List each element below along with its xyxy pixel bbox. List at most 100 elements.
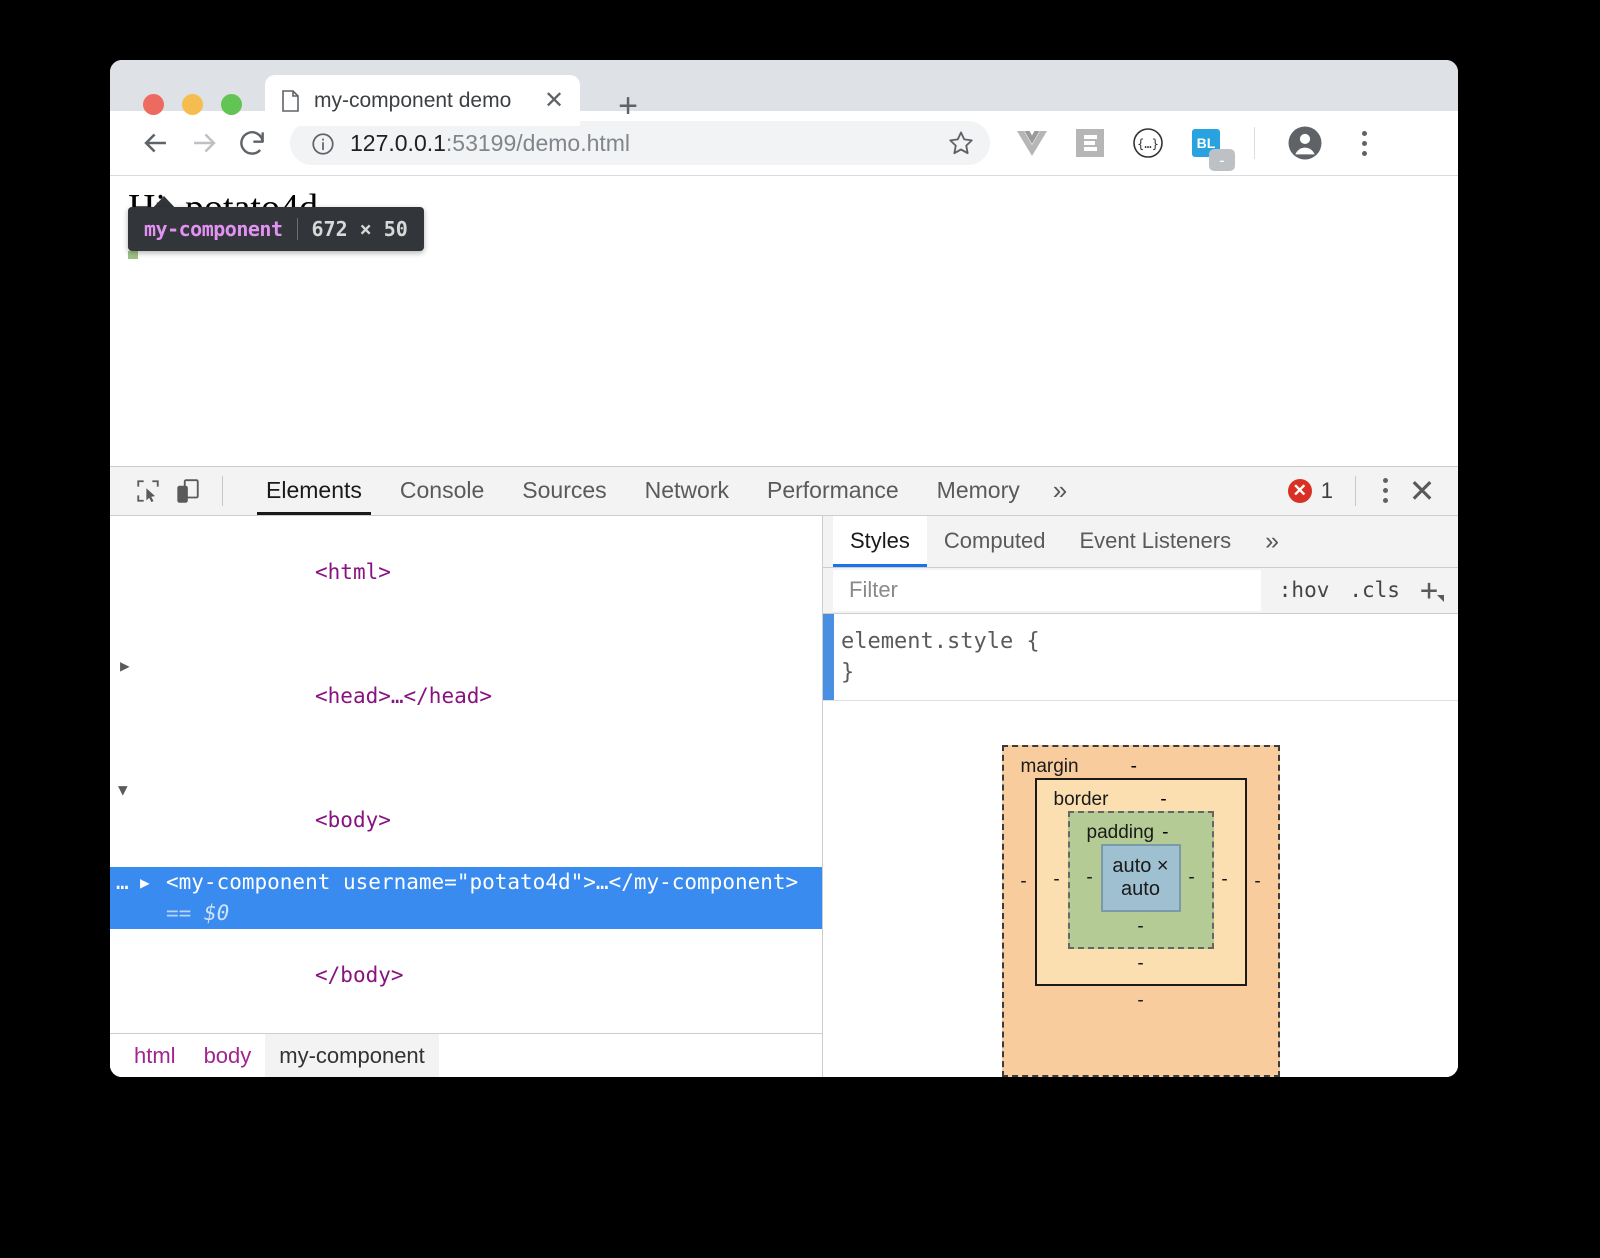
tab-memory[interactable]: Memory bbox=[918, 467, 1039, 515]
box-model-border-bottom[interactable]: - bbox=[1046, 949, 1236, 975]
styles-tab-list: Styles Computed Event Listeners » bbox=[823, 515, 1458, 568]
device-toolbar-icon[interactable] bbox=[168, 471, 208, 511]
box-model-border-head: border - bbox=[1046, 789, 1236, 811]
address-bar[interactable]: 127.0.0.1:53199/demo.html bbox=[290, 121, 990, 165]
json-viewer-extension-icon[interactable]: {…} bbox=[1132, 127, 1164, 159]
box-model-margin-bottom[interactable]: - bbox=[1013, 986, 1269, 1012]
box-model-margin-right[interactable]: - bbox=[1247, 871, 1269, 893]
new-style-rule-button[interactable]: + bbox=[1420, 573, 1445, 608]
tab-performance[interactable]: Performance bbox=[748, 467, 918, 515]
toggle-pseudo-classes-button[interactable]: :hov bbox=[1279, 578, 1330, 602]
devtools-toolbar-right: ✕ 1 ✕ bbox=[1287, 471, 1444, 511]
elements-dom-pane: <html> ▶ <head>…</head> ▼ <body> … ▶ <my… bbox=[110, 515, 823, 1077]
error-count-badge[interactable]: ✕ 1 bbox=[1287, 477, 1333, 504]
styles-filter-input[interactable] bbox=[833, 569, 1261, 611]
toolbar-divider bbox=[1355, 475, 1356, 506]
dom-node-body-open[interactable]: ▼ <body> bbox=[110, 743, 822, 867]
tab-elements[interactable]: Elements bbox=[247, 467, 381, 515]
tab-event-listeners[interactable]: Event Listeners bbox=[1062, 516, 1248, 567]
inspect-element-icon[interactable] bbox=[128, 471, 168, 511]
box-model-border-right[interactable]: - bbox=[1214, 869, 1236, 891]
browser-tab[interactable]: my-component demo ✕ bbox=[265, 75, 580, 126]
box-model-content[interactable]: auto × auto bbox=[1100, 843, 1181, 912]
url-path: :53199/demo.html bbox=[445, 129, 631, 156]
dom-node-text: <head>…</head> bbox=[315, 683, 493, 708]
reload-icon[interactable] bbox=[228, 119, 276, 167]
dom-tree[interactable]: <html> ▶ <head>…</head> ▼ <body> … ▶ <my… bbox=[110, 516, 822, 1033]
devtools-settings-kebab-icon[interactable] bbox=[1370, 471, 1400, 511]
e-extension-icon[interactable] bbox=[1074, 127, 1106, 159]
box-model-padding-right[interactable]: - bbox=[1181, 867, 1203, 889]
devtools-body: <html> ▶ <head>…</head> ▼ <body> … ▶ <my… bbox=[110, 515, 1458, 1077]
box-model-margin-top[interactable]: - bbox=[1131, 756, 1137, 778]
breadcrumb-item-html[interactable]: html bbox=[120, 1034, 190, 1078]
box-model-border-top[interactable]: - bbox=[1160, 789, 1166, 811]
error-count: 1 bbox=[1320, 477, 1333, 503]
tooltip-divider bbox=[296, 218, 298, 240]
tab-sources[interactable]: Sources bbox=[503, 467, 625, 515]
node-badge-dots[interactable]: … bbox=[116, 867, 131, 898]
more-styles-tabs-chevron-icon[interactable]: » bbox=[1248, 516, 1296, 567]
dom-node-text: <body> bbox=[315, 807, 391, 832]
dom-node-body-close[interactable]: </body> bbox=[110, 929, 822, 1022]
tab-styles[interactable]: Styles bbox=[833, 515, 927, 567]
bl-extension-icon[interactable]: BL - bbox=[1190, 127, 1235, 171]
dom-node-html-close[interactable]: </html> bbox=[110, 1022, 822, 1033]
devtools-tab-list: Elements Console Sources Network Perform… bbox=[247, 467, 1081, 515]
chevron-down-icon[interactable]: ▼ bbox=[118, 774, 128, 805]
minimize-window-button[interactable] bbox=[182, 94, 203, 115]
screen: my-component demo ✕ + 127.0.0.1:53199/de… bbox=[0, 0, 1600, 1258]
breadcrumb: html body my-component bbox=[110, 1033, 822, 1077]
arrow-right-icon[interactable] bbox=[180, 119, 228, 167]
more-tabs-chevron-icon[interactable]: » bbox=[1039, 467, 1081, 515]
toolbar-divider bbox=[1254, 127, 1255, 159]
arrow-left-icon[interactable] bbox=[132, 119, 180, 167]
extension-badge: - bbox=[1209, 149, 1235, 171]
box-model-padding[interactable]: padding - - auto × auto - - bbox=[1067, 810, 1214, 949]
box-model-padding-left[interactable]: - bbox=[1079, 867, 1101, 889]
close-window-button[interactable] bbox=[143, 94, 164, 115]
style-rule-close-brace: } bbox=[841, 659, 855, 685]
box-model-padding-top[interactable]: - bbox=[1162, 822, 1168, 844]
style-rule-element-style[interactable]: element.style { } bbox=[823, 613, 1458, 701]
error-circle-icon: ✕ bbox=[1287, 478, 1312, 503]
box-model-padding-label: padding bbox=[1086, 821, 1155, 843]
box-model-padding-head: padding - bbox=[1079, 822, 1203, 844]
toggle-element-classes-button[interactable]: .cls bbox=[1349, 578, 1400, 602]
close-icon[interactable]: ✕ bbox=[542, 88, 566, 113]
breadcrumb-item-my-component[interactable]: my-component bbox=[265, 1033, 439, 1077]
new-tab-button[interactable]: + bbox=[610, 88, 646, 124]
dom-node-eq: == bbox=[166, 900, 192, 925]
url-host: 127.0.0.1 bbox=[350, 129, 446, 156]
breadcrumb-item-body[interactable]: body bbox=[190, 1034, 266, 1078]
box-model-border-left[interactable]: - bbox=[1046, 869, 1068, 891]
dom-node-my-component-selected[interactable]: … ▶ <my-component username="potato4d">…</… bbox=[110, 866, 822, 929]
dom-tag-open: <my-component bbox=[166, 869, 344, 894]
chevron-right-icon[interactable]: ▶ bbox=[140, 867, 150, 898]
close-devtools-icon[interactable]: ✕ bbox=[1400, 472, 1444, 510]
dom-node-head[interactable]: ▶ <head>…</head> bbox=[110, 619, 822, 743]
tab-computed[interactable]: Computed bbox=[927, 516, 1063, 567]
dom-node-text: </body> bbox=[315, 962, 404, 987]
window-traffic-lights bbox=[143, 94, 242, 115]
dom-node-html-open[interactable]: <html> bbox=[110, 526, 822, 619]
dom-attr-name: username bbox=[343, 869, 445, 894]
box-model-padding-bottom[interactable]: - bbox=[1079, 912, 1203, 938]
highlight-tag-name: my-component bbox=[144, 217, 283, 241]
box-model-margin-left[interactable]: - bbox=[1013, 871, 1035, 893]
kebab-menu-icon[interactable] bbox=[1349, 123, 1379, 163]
account-avatar-icon[interactable] bbox=[1287, 125, 1323, 161]
maximize-window-button[interactable] bbox=[221, 94, 242, 115]
chevron-right-icon[interactable]: ▶ bbox=[120, 650, 130, 681]
page-viewport: Hi, potato4d my-component 672 × 50 bbox=[110, 176, 1458, 466]
vue-devtools-extension-icon[interactable] bbox=[1016, 127, 1048, 159]
box-model-margin[interactable]: margin - - border - - padding - - auto ×… bbox=[1001, 744, 1280, 1077]
info-circle-icon[interactable] bbox=[310, 131, 334, 155]
star-icon[interactable] bbox=[946, 128, 976, 158]
highlight-content-swatch bbox=[128, 251, 138, 259]
box-model-border[interactable]: border - - padding - - auto × auto - - -… bbox=[1034, 777, 1247, 986]
box-model-margin-label: margin bbox=[1020, 755, 1079, 777]
tab-network[interactable]: Network bbox=[626, 467, 748, 515]
box-model-border-middle: - padding - - auto × auto - - - bbox=[1046, 810, 1236, 949]
tab-console[interactable]: Console bbox=[381, 467, 503, 515]
